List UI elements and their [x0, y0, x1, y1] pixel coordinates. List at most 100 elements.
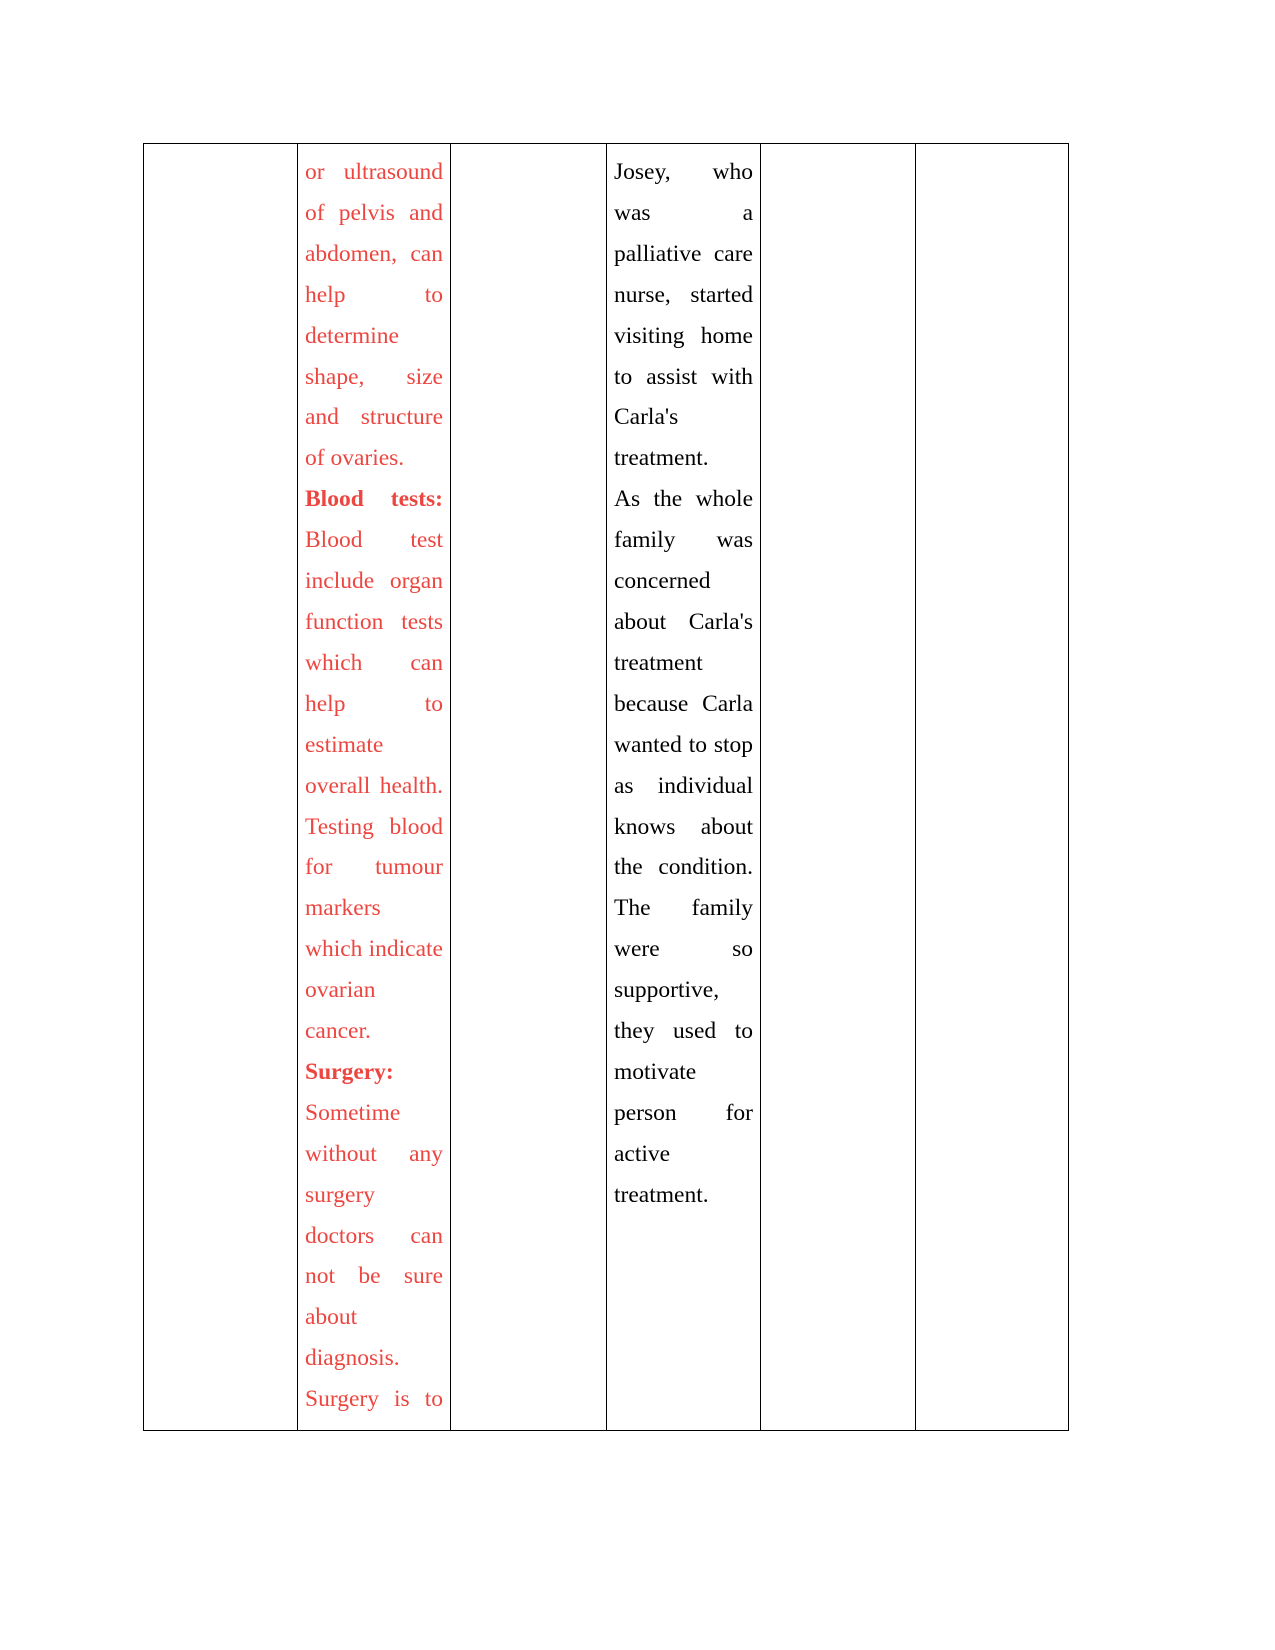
- text-word: can: [410, 649, 443, 676]
- text-word: the: [614, 854, 643, 881]
- text-line: doctors can: [305, 1216, 443, 1257]
- text-line: Blood tests:: [305, 479, 443, 520]
- text-line: person for: [614, 1093, 753, 1134]
- text-word: because: [614, 690, 689, 717]
- text-line: estimate: [305, 731, 384, 758]
- text-word: and: [409, 199, 443, 226]
- text-line: help to: [305, 275, 443, 316]
- text-word: person: [614, 1099, 677, 1126]
- text-line: were so: [614, 929, 753, 970]
- text-word: so: [732, 936, 753, 963]
- text-word: about: [700, 813, 753, 840]
- table-cell-red-diagnosis: or ultrasound of pelvis and abdomen, can help to…: [297, 142, 451, 1432]
- text-line: Sometime: [305, 1099, 401, 1126]
- text-line: include organ: [305, 561, 443, 602]
- text-word: stop: [713, 731, 753, 758]
- document-page: or ultrasound of pelvis and abdomen, can help to…: [0, 0, 1275, 1650]
- text-line: which can: [305, 643, 443, 684]
- text-word: as: [614, 772, 634, 799]
- text-line: nurse, started: [614, 275, 753, 316]
- text-line: As the whole: [614, 479, 753, 520]
- text-line: knows about: [614, 807, 753, 848]
- text-line: because Carla: [614, 684, 753, 725]
- text-line: about Carla's: [614, 602, 753, 643]
- text-word: to: [424, 1386, 443, 1413]
- cell-content-1: [144, 144, 297, 1412]
- text-line: about: [305, 1304, 358, 1331]
- text-line: of ovaries.: [305, 445, 405, 472]
- text-word: Surgery: [305, 1386, 379, 1413]
- text-word: to: [614, 363, 633, 390]
- text-word: and: [305, 404, 339, 431]
- text-word: health.: [379, 772, 443, 799]
- text-line: they used to: [614, 1011, 753, 1052]
- text-word: size: [406, 363, 443, 390]
- text-line: supportive,: [614, 977, 720, 1004]
- text-word: for: [305, 854, 333, 881]
- text-word: abdomen,: [305, 240, 398, 267]
- text-word: used: [673, 1018, 717, 1045]
- text-word: ultrasound: [343, 159, 443, 185]
- text-word: structure: [360, 404, 443, 431]
- text-word: sure: [403, 1263, 443, 1290]
- text-word: was: [614, 199, 651, 226]
- text-word: a: [742, 199, 753, 226]
- text-word: Blood: [305, 486, 364, 513]
- text-word: Josey,: [614, 159, 671, 185]
- text-line: treatment.: [614, 1181, 709, 1208]
- text-line: wanted to stop: [614, 725, 753, 766]
- text-line: ovarian: [305, 977, 376, 1004]
- text-word: Carla: [702, 690, 753, 717]
- text-line: treatment: [614, 649, 703, 676]
- text-line: visiting home: [614, 316, 753, 357]
- text-word: whole: [695, 486, 753, 513]
- text-word: of: [305, 199, 325, 226]
- text-word: family: [691, 895, 753, 922]
- text-word: were: [614, 936, 660, 963]
- text-word: tumour: [375, 854, 443, 881]
- text-word: Carla's: [688, 608, 753, 635]
- text-word: can: [410, 240, 443, 267]
- text-word: pelvis: [338, 199, 395, 226]
- text-line: markers: [305, 895, 381, 922]
- text-line: overall health.: [305, 766, 443, 807]
- text-word: to: [424, 690, 443, 717]
- table-cell-black-narrative: Josey, who was a palliative care nurse, started…: [606, 142, 761, 1432]
- text-word: shape,: [305, 363, 365, 390]
- cell-content-black: Josey, who was a palliative care nurse, started…: [607, 144, 760, 1226]
- text-word: can: [410, 1222, 443, 1249]
- text-line: diagnosis.: [305, 1345, 400, 1372]
- cell-content-red: or ultrasound of pelvis and abdomen, can help to…: [298, 144, 450, 1430]
- text-word: started: [690, 281, 753, 308]
- text-word: they: [614, 1018, 655, 1045]
- text-word: to: [688, 731, 707, 758]
- text-word: visiting: [614, 322, 685, 349]
- text-word: include: [305, 568, 375, 595]
- text-line: motivate: [614, 1058, 697, 1085]
- text-word: As: [614, 486, 641, 513]
- text-word: about: [614, 608, 667, 635]
- text-line: treatment.: [614, 445, 709, 472]
- text-word: who: [712, 159, 753, 185]
- text-line: to assist with: [614, 357, 753, 398]
- text-word: to: [424, 281, 443, 308]
- text-line: function tests: [305, 602, 443, 643]
- text-line: Carla's: [614, 404, 679, 431]
- text-word: to: [734, 1018, 753, 1045]
- text-word: home: [700, 322, 753, 349]
- text-word: without: [305, 1140, 377, 1167]
- text-line: help to: [305, 684, 443, 725]
- cell-content-3: [451, 144, 606, 1412]
- text-word: care: [713, 240, 753, 267]
- text-line: Josey, who: [614, 152, 753, 193]
- text-word: The: [614, 895, 651, 922]
- text-word: nurse,: [614, 281, 671, 308]
- text-word: assist: [646, 363, 698, 390]
- text-line: family was: [614, 520, 753, 561]
- text-word: wanted: [614, 731, 682, 758]
- text-line: of pelvis and: [305, 193, 443, 234]
- cell-content-5: [761, 144, 915, 1412]
- text-word: function: [305, 608, 384, 635]
- text-word: family: [614, 527, 676, 554]
- text-word: individual: [657, 772, 753, 799]
